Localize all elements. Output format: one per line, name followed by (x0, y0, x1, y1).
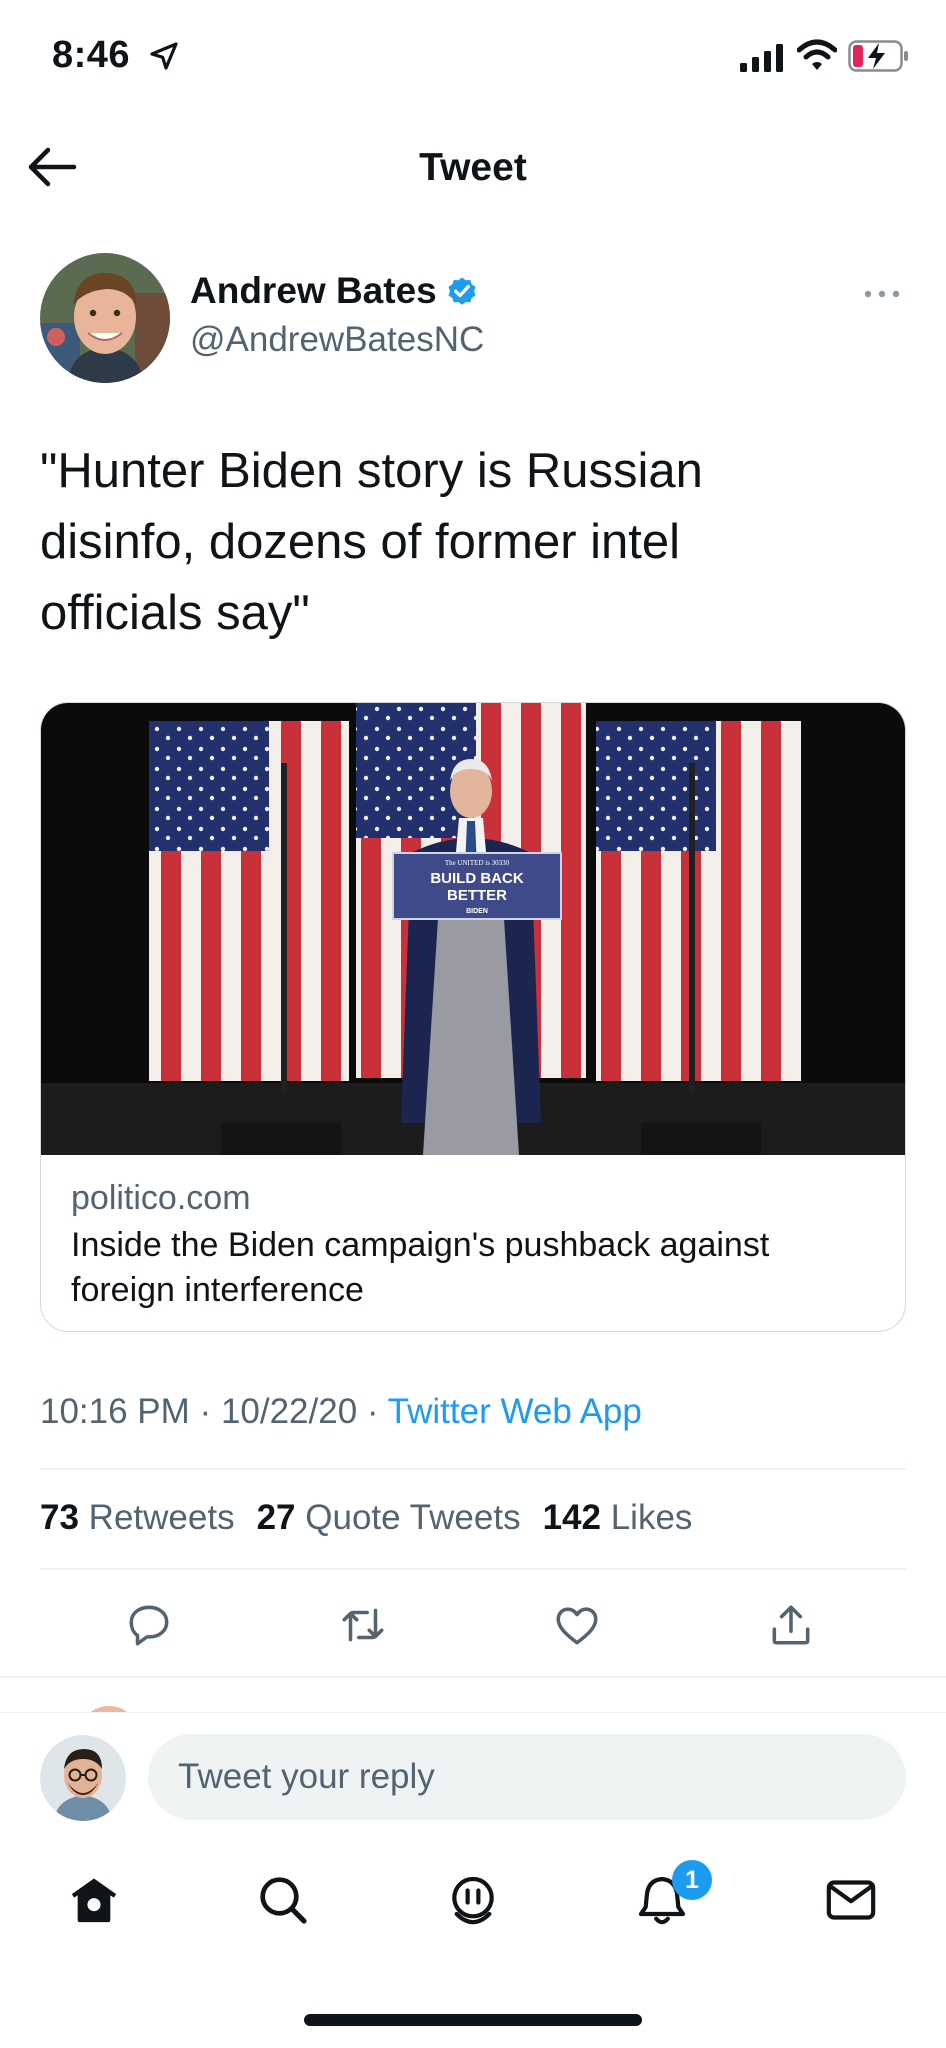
spaces-icon[interactable] (445, 1872, 501, 1928)
like-icon[interactable] (552, 1600, 602, 1650)
top-nav-bar: Tweet (0, 110, 946, 225)
card-title: Inside the Biden campaign's pushback aga… (71, 1226, 770, 1309)
bottom-tab-bar: 1 (0, 1842, 946, 2048)
current-user-avatar-image (40, 1735, 126, 1821)
quotes-label: Quote Tweets (305, 1498, 521, 1537)
tweet-time: 10:16 PM (40, 1392, 190, 1431)
author-avatar[interactable] (40, 253, 170, 383)
meta-separator: · (199, 1392, 212, 1431)
likes-label: Likes (610, 1498, 693, 1537)
battery-charging-icon (848, 40, 908, 72)
card-domain: politico.com (71, 1179, 251, 1217)
author-name-text[interactable]: Andrew Bates (190, 270, 437, 312)
podium-line4: BIDEN (466, 908, 488, 915)
divider (40, 1468, 906, 1470)
reply-composer-bar (0, 1712, 946, 1842)
author-name[interactable]: Andrew Bates (190, 270, 479, 312)
messages-icon[interactable] (823, 1872, 879, 1928)
reply-icon[interactable] (124, 1600, 174, 1650)
location-arrow-icon (150, 42, 178, 70)
tweet-source-link[interactable]: Twitter Web App (388, 1392, 642, 1431)
author-avatar-image (40, 253, 170, 383)
author-handle[interactable]: @AndrewBatesNC (190, 320, 484, 360)
tweet-date: 10/22/20 (220, 1392, 358, 1431)
retweets-stat[interactable]: 73 Retweets (40, 1498, 235, 1538)
status-time: 8:46 (52, 34, 131, 76)
page-title: Tweet (419, 146, 527, 189)
link-preview-card[interactable]: The UNITED is 30330 BUILD BACK BETTER BI… (40, 702, 906, 1332)
next-reply-preview[interactable] (0, 1694, 946, 1714)
retweets-label: Retweets (88, 1498, 235, 1537)
podium-line2: BUILD BACK (430, 870, 523, 887)
notifications-badge: 1 (672, 1860, 712, 1900)
tweet-stats: 73 Retweets 27 Quote Tweets 142 Likes (40, 1498, 692, 1538)
more-options-icon[interactable] (862, 282, 902, 306)
share-icon[interactable] (766, 1600, 816, 1650)
likes-count: 142 (542, 1498, 601, 1537)
wifi-icon (797, 39, 837, 70)
quote-tweets-stat[interactable]: 27 Quote Tweets (257, 1498, 521, 1538)
divider (40, 1568, 906, 1570)
quotes-count: 27 (256, 1498, 296, 1537)
status-bar: 8:46 (0, 0, 946, 110)
divider (0, 1676, 946, 1678)
home-icon[interactable] (66, 1872, 122, 1928)
reply-input[interactable] (148, 1734, 906, 1820)
retweet-icon[interactable] (338, 1600, 388, 1650)
likes-stat[interactable]: 142 Likes (543, 1498, 693, 1538)
podium-line3: BETTER (447, 887, 507, 904)
tweet-text: "Hunter Biden story is Russian disinfo, … (40, 444, 703, 640)
cellular-signal-icon (740, 44, 783, 72)
card-image: The UNITED is 30330 BUILD BACK BETTER BI… (41, 703, 905, 1155)
current-user-avatar[interactable] (40, 1735, 126, 1821)
home-indicator (304, 2014, 642, 2026)
meta-separator: · (366, 1392, 379, 1431)
podium-line1: The UNITED is 30330 (445, 859, 510, 867)
verified-badge-icon (448, 277, 476, 305)
tweet-meta: 10:16 PM · 10/22/20 · Twitter Web App (40, 1392, 642, 1432)
search-icon[interactable] (255, 1872, 311, 1928)
retweets-count: 73 (40, 1498, 79, 1537)
